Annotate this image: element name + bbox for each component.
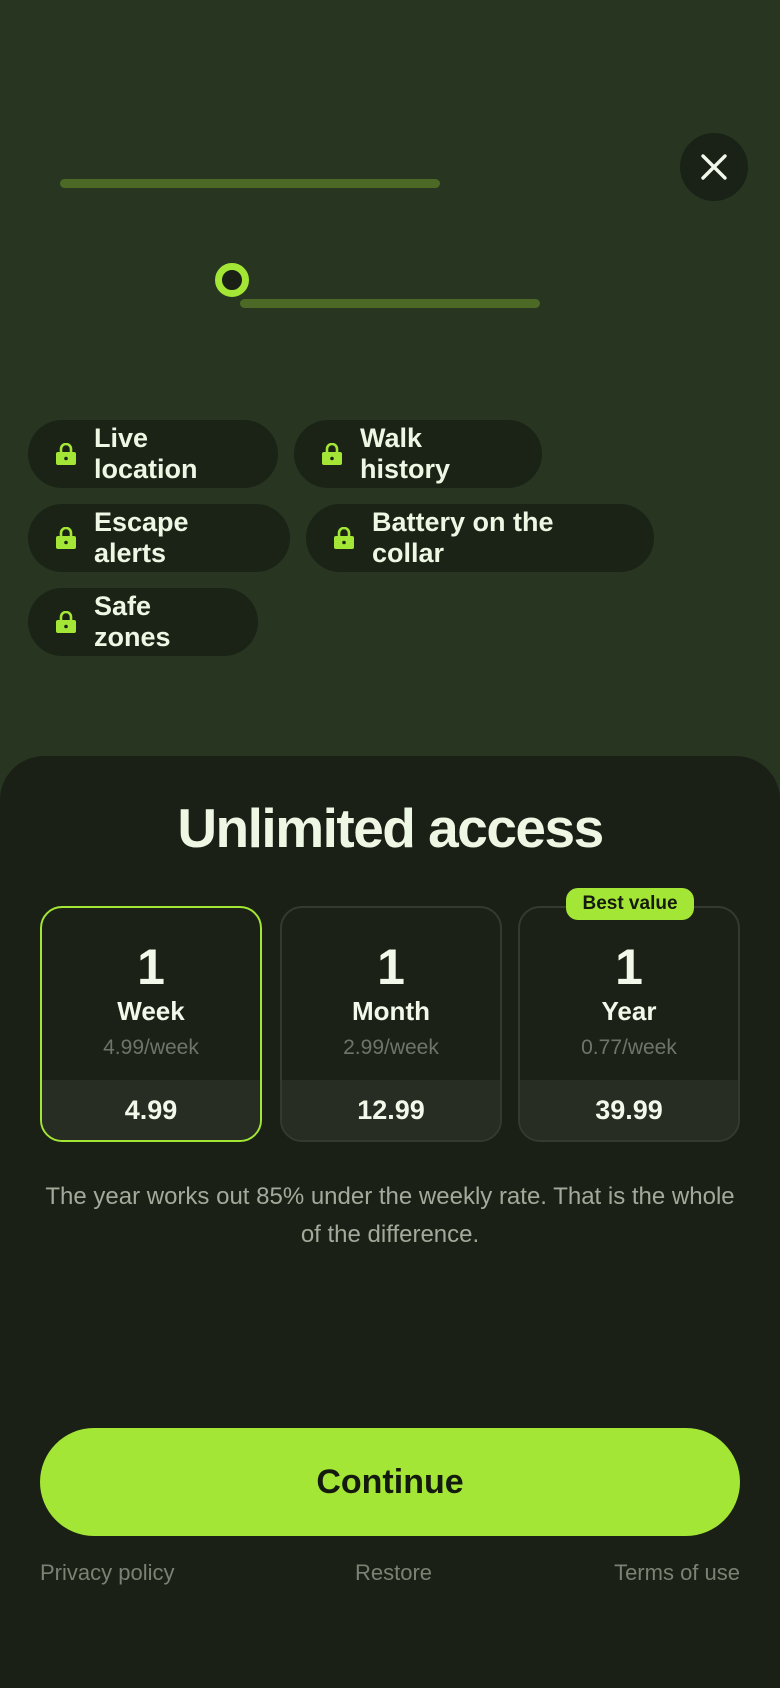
lock-icon: [334, 527, 354, 549]
privacy-policy-link[interactable]: Privacy policy: [40, 1560, 174, 1586]
plan-price: 12.99: [282, 1080, 500, 1140]
plan-period: Week: [117, 996, 185, 1026]
plan-price: 39.99: [520, 1080, 738, 1140]
plan-rate: 2.99/week: [343, 1036, 439, 1059]
plan-rate: 0.77/week: [581, 1036, 677, 1059]
plan-count: 1: [137, 939, 165, 995]
lock-icon: [56, 527, 76, 549]
plan-card-month[interactable]: 1 Month 2.99/week 12.99: [280, 906, 502, 1142]
plan-period: Month: [352, 996, 430, 1026]
restore-link[interactable]: Restore: [355, 1560, 432, 1586]
feature-chip-label: Live location: [94, 423, 198, 484]
feature-chip-live-location: Live location: [28, 420, 278, 488]
feature-chip-label: Escape alerts: [94, 507, 189, 568]
plan-card-week[interactable]: 1 Week 4.99/week 4.99: [40, 906, 262, 1142]
close-icon: [701, 154, 727, 180]
feature-chip-label: Safe zones: [94, 591, 171, 652]
savings-note: The year works out 85% under the weekly …: [45, 1183, 735, 1248]
close-button[interactable]: [680, 133, 748, 201]
purchase-sheet: Unlimited access 1 Week 4.99/week 4.99 1…: [0, 756, 780, 1688]
plan-count: 1: [377, 939, 405, 995]
plan-price: 4.99: [42, 1080, 260, 1140]
plan-period: Year: [601, 996, 657, 1026]
lock-icon: [56, 443, 76, 465]
feature-chip-walk-history: Walk history: [294, 420, 542, 488]
plan-card-year[interactable]: 1 Year 0.77/week 39.99: [518, 906, 740, 1142]
route-line-top: [60, 179, 440, 188]
sheet-title: Unlimited access: [177, 797, 604, 859]
paywall-screen: Live location Walk history Escape alerts…: [0, 0, 780, 1688]
location-pin-icon: [215, 263, 249, 297]
feature-chip-label: Battery on the collar: [372, 507, 554, 568]
feature-chip-battery: Battery on the collar: [306, 504, 654, 572]
route-line-bottom: [240, 299, 540, 308]
terms-of-use-link[interactable]: Terms of use: [614, 1560, 740, 1586]
plan-rate: 4.99/week: [103, 1036, 199, 1059]
feature-chip-escape-alerts: Escape alerts: [28, 504, 290, 572]
best-value-badge: Best value: [566, 888, 694, 920]
feature-chip-label: Walk history: [360, 423, 451, 484]
plan-count: 1: [615, 939, 643, 995]
lock-icon: [322, 443, 342, 465]
lock-icon: [56, 611, 76, 633]
continue-button[interactable]: Continue: [40, 1428, 740, 1536]
feature-chip-safe-zones: Safe zones: [28, 588, 258, 656]
